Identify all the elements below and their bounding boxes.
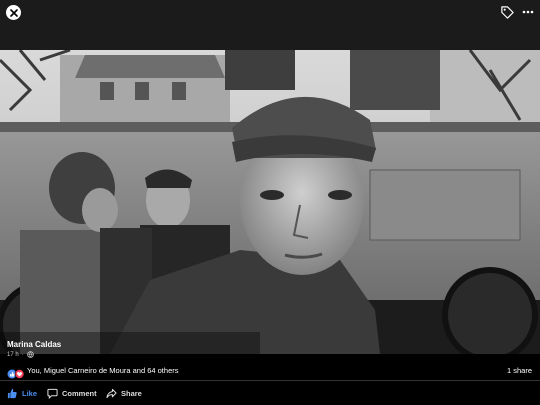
more-icon bbox=[522, 10, 534, 14]
tag-icon bbox=[501, 6, 514, 19]
post-caption: Marina Caldas 17 h · bbox=[7, 340, 61, 358]
share-count[interactable]: 1 share bbox=[507, 366, 532, 375]
share-label: Share bbox=[121, 388, 142, 398]
author-name[interactable]: Marina Caldas bbox=[7, 340, 61, 349]
close-button[interactable] bbox=[6, 5, 21, 20]
like-label: Like bbox=[22, 388, 38, 398]
close-icon bbox=[9, 8, 18, 17]
divider bbox=[0, 380, 540, 381]
post-time[interactable]: 17 h bbox=[7, 352, 19, 358]
post-meta: 17 h · bbox=[7, 351, 61, 358]
reaction-icons[interactable] bbox=[7, 366, 25, 379]
thumbs-up-icon bbox=[7, 388, 17, 398]
reactions-row: You, Miguel Carneiro de Moura and 64 oth… bbox=[0, 362, 540, 380]
comment-icon bbox=[47, 388, 58, 399]
share-arrow-icon bbox=[106, 388, 117, 398]
top-bar bbox=[0, 0, 540, 50]
more-options-button[interactable] bbox=[521, 5, 535, 19]
comment-button[interactable]: Comment bbox=[47, 385, 97, 401]
photo-image bbox=[0, 50, 540, 354]
tag-button[interactable] bbox=[500, 5, 516, 21]
love-reaction-icon bbox=[14, 369, 25, 379]
meta-separator: · bbox=[21, 351, 24, 358]
reactions-summary[interactable]: You, Miguel Carneiro de Moura and 64 oth… bbox=[27, 366, 178, 375]
post-photo[interactable] bbox=[0, 50, 540, 354]
globe-icon bbox=[26, 351, 34, 358]
post-actions: Like Comment Share bbox=[0, 385, 540, 403]
like-button[interactable]: Like bbox=[7, 385, 37, 401]
share-button[interactable]: Share bbox=[106, 385, 142, 401]
comment-label: Comment bbox=[62, 388, 97, 398]
